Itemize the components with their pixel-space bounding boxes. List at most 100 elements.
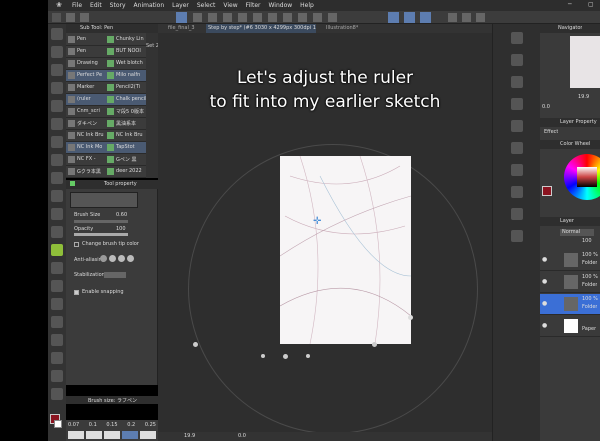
status-zoom[interactable]: 19.9 [184,433,195,439]
grid-icon[interactable] [328,13,337,22]
new-icon[interactable] [80,13,89,22]
anti-aliasing-none[interactable] [100,255,107,262]
layer-row[interactable]: ● Paper [540,316,600,337]
anti-aliasing-weak[interactable] [109,255,116,262]
enable-snapping-checkbox[interactable] [74,290,79,295]
menu-file[interactable]: File [72,2,82,9]
size-preset-3[interactable]: 0.15 [106,422,117,428]
decoration-tool-icon[interactable] [51,190,63,202]
subtool-item[interactable]: Drawing Wet blotch [66,58,146,70]
brush-size-value[interactable]: 0.60 [116,212,127,218]
size-dot-3[interactable] [104,431,120,439]
text-tool-icon[interactable] [51,334,63,346]
subtool-item[interactable]: Perfect Pe Milo nalfn [66,70,146,82]
search-icon[interactable] [511,76,523,88]
subtool-item[interactable]: Pen BUT NOOI [66,46,146,58]
undo-icon[interactable] [253,13,262,22]
snap-grid-icon[interactable] [420,12,431,23]
size-preset-4[interactable]: 0.2 [127,422,135,428]
subtool-item[interactable]: NC Ink Bru NC Ink Bru [66,130,146,142]
subtool-item[interactable]: Cnm_scri マ段5 0版本 [66,106,146,118]
eye-icon[interactable]: ● [542,256,547,263]
perspective-icon[interactable] [462,13,471,22]
eye-icon[interactable]: ● [542,322,547,329]
layer-row[interactable]: ● 100 % Folder [540,294,600,315]
navigator-thumbnail[interactable] [570,36,600,88]
move-tool-icon[interactable] [51,46,63,58]
current-color-swatch[interactable] [542,186,552,196]
color-set-icon[interactable] [511,164,523,176]
fill-icon[interactable] [223,13,232,22]
correct-line-tool-icon[interactable] [51,388,63,400]
material-icon[interactable] [511,142,523,154]
frame-tool-icon[interactable] [51,316,63,328]
tab-illustration[interactable]: Illustration8* [326,25,358,31]
ruler-handle[interactable] [306,354,310,358]
flip-icon[interactable] [313,13,322,22]
color-square[interactable] [577,167,597,187]
quick-access-icon[interactable] [511,186,523,198]
timeline-icon[interactable] [511,208,523,220]
sub-color-swatch[interactable] [54,420,62,428]
eyedropper-tool-icon[interactable] [51,100,63,112]
crop-icon[interactable] [298,13,307,22]
pen-tool-icon[interactable] [51,118,63,130]
layer-row[interactable]: ● 100 % Folder [540,272,600,293]
save-icon[interactable] [238,13,247,22]
ruler-handle[interactable] [372,342,377,347]
menu-layer[interactable]: Layer [172,2,189,9]
fill-tool-icon[interactable] [51,262,63,274]
maximize-icon[interactable]: ▢ [588,1,594,8]
history-icon[interactable] [511,54,523,66]
navigator-icon[interactable] [511,32,523,44]
menu-filter[interactable]: Filter [246,2,261,9]
brush-icon[interactable] [511,120,523,132]
ruler-handle[interactable] [193,342,198,347]
app-logo-icon[interactable]: ❀ [56,1,62,9]
tab-step-by-step[interactable]: Step by step* (#6 3030 x 4299px 300dpi 1… [206,24,316,33]
brush-size-slider[interactable] [74,220,128,223]
layer-icon[interactable] [511,230,523,242]
menu-icon[interactable] [52,13,61,22]
anti-aliasing-strong[interactable] [127,255,134,262]
stabilize-icon[interactable] [66,13,75,22]
size-preset-1[interactable]: 0.07 [68,422,79,428]
subtool-item[interactable]: ダキペン 黑油系本 [66,118,146,130]
eye-icon[interactable]: ● [542,300,547,307]
pencil-tool-icon[interactable] [51,136,63,148]
layer-row[interactable]: ● 100 % Folder [540,250,600,271]
size-dot-1[interactable] [68,431,84,439]
balloon-tool-icon[interactable] [51,352,63,364]
transform-icon[interactable] [208,13,217,22]
stabilization-slider[interactable] [104,272,126,278]
subtool-item[interactable]: (ruler Chalk pencil [66,94,146,106]
airbrush-tool-icon[interactable] [51,172,63,184]
selection-tool-icon[interactable] [51,64,63,76]
minimize-icon[interactable]: ─ [568,1,572,8]
property-icon[interactable] [511,98,523,110]
menu-edit[interactable]: Edit [90,2,102,9]
menu-view[interactable]: View [223,2,237,9]
size-preset-5[interactable]: 0.25 [145,422,156,428]
subtool-item[interactable]: Pen Chunky Lin [66,34,146,46]
menu-story[interactable]: Story [110,2,126,9]
anti-aliasing-medium[interactable] [118,255,125,262]
menu-animation[interactable]: Animation [134,2,165,9]
ruler-handle[interactable] [283,354,288,359]
menu-select[interactable]: Select [197,2,216,9]
subtool-item[interactable]: NC FX - Gペン 黒 [66,154,146,166]
eye-icon[interactable]: ● [542,278,547,285]
ruler-handle[interactable] [408,315,413,320]
ruler-handle[interactable] [261,354,265,358]
menu-help[interactable]: Help [300,2,314,9]
redo-icon[interactable] [268,13,277,22]
figure-tool-icon[interactable] [51,298,63,310]
navigator-angle[interactable]: 0.0 [542,104,550,110]
subtool-item[interactable]: Marker Pencil2(Ti [66,82,146,94]
ruler-center-icon[interactable]: ✛ [313,216,321,227]
symmetry-icon[interactable] [476,13,485,22]
snap-ruler-icon[interactable] [388,12,399,23]
auto-select-tool-icon[interactable] [51,82,63,94]
line-fix-tool-icon[interactable] [51,370,63,382]
subtool-item[interactable]: Gクラ本黒 deer 2022 [66,166,146,178]
